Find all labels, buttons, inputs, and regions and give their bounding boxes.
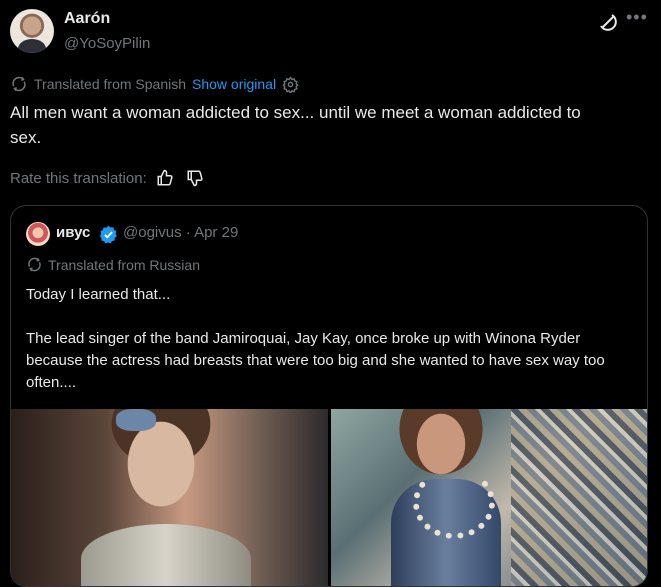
- author-name[interactable]: Aarón: [64, 10, 110, 28]
- post-text: All men want a woman addicted to sex... …: [10, 103, 581, 147]
- more-icon[interactable]: •••: [626, 8, 647, 30]
- thumbs-up-icon[interactable]: [156, 169, 174, 187]
- thumbs-down-icon[interactable]: [186, 169, 204, 187]
- quoted-post[interactable]: ивус @ogivus · Apr 29 Translated from Ru…: [10, 205, 648, 587]
- quoted-translation-notice: Translated from Russian: [26, 256, 200, 273]
- quoted-avatar[interactable]: [26, 222, 50, 246]
- rate-translation-label: Rate this translation:: [10, 169, 147, 187]
- quoted-paragraph: The lead singer of the band Jamiroquai, …: [26, 330, 605, 391]
- translate-icon: [12, 76, 26, 92]
- show-original-link[interactable]: Show original: [192, 76, 276, 92]
- quoted-photo-right[interactable]: [331, 409, 647, 586]
- gear-icon[interactable]: [282, 75, 299, 93]
- translation-notice: Translated from Spanish Show original: [10, 74, 305, 94]
- author-avatar[interactable]: [10, 9, 54, 53]
- quoted-photo-left[interactable]: [11, 409, 328, 586]
- verified-badge-icon: [100, 225, 117, 244]
- quoted-handle-date[interactable]: @ogivus · Apr 29: [123, 224, 238, 241]
- grok-icon[interactable]: [596, 10, 620, 34]
- author-handle[interactable]: @YoSoyPilin: [64, 35, 150, 52]
- rate-translation: Rate this translation:: [10, 168, 204, 188]
- quoted-text: Today I learned that... The lead singer …: [26, 284, 626, 416]
- quoted-author-name[interactable]: ивус: [56, 224, 90, 241]
- translate-icon: [28, 257, 41, 272]
- quoted-paragraph: Today I learned that...: [26, 286, 171, 303]
- quoted-translation-text: Translated from Russian: [48, 256, 200, 273]
- translation-notice-text: Translated from Spanish: [34, 76, 186, 92]
